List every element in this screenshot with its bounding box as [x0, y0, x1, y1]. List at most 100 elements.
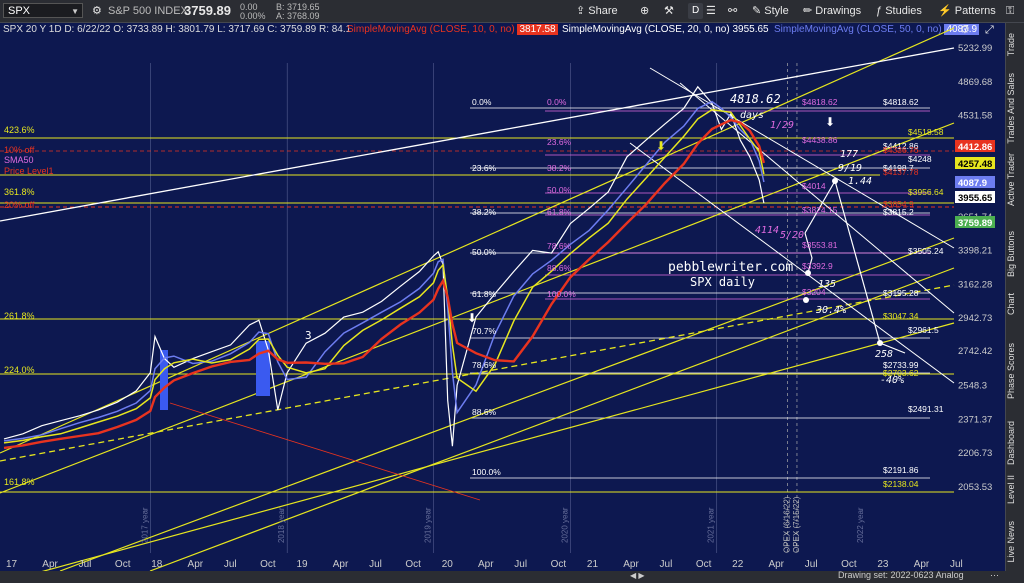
chart-annotation: 9/19 [838, 163, 862, 174]
period-selector[interactable]: D [688, 3, 704, 19]
sidebar-item-level-ii[interactable]: Level II [1006, 475, 1024, 504]
price-chart[interactable]: 5232.994869.684531.584257.483955.653651.… [0, 23, 1006, 571]
x-tick-label: Apr [623, 559, 639, 570]
sidebar-item-dashboard[interactable]: Dashboard [1006, 421, 1024, 465]
share-icon: ⇪ [576, 5, 589, 17]
more-icon[interactable]: ⋯ [990, 570, 999, 581]
channel-line [0, 122, 955, 494]
opex-label: OPEX (6/16/22) [783, 496, 792, 553]
right-level-label: $3195.28 [883, 288, 919, 298]
lock-icon[interactable]: ⚿ [1006, 0, 1014, 22]
magenta-level-label: $3824.15 [802, 205, 838, 215]
studies-label: Studies [885, 5, 922, 17]
x-tick-label: Apr [188, 559, 204, 570]
share-button[interactable]: ⇪ Share [576, 0, 618, 22]
x-tick-label: Jul [805, 559, 818, 570]
fib-percent-label: 100.0% [547, 289, 576, 299]
left-level-label: 423.6% [4, 125, 35, 135]
left-level-label: 361.8% [4, 187, 35, 197]
left-level-label: SMA50 [4, 155, 34, 165]
y-tick-label: 2206.73 [958, 448, 992, 459]
tools-icon[interactable]: ⚒ [664, 0, 674, 22]
sidebar-item-active-trader[interactable]: Active Trader [1006, 153, 1024, 206]
chart-annotation: 4114 [755, 225, 779, 236]
chart-annotation: 135 [818, 279, 836, 290]
drawings-icon: ✏ [803, 5, 816, 17]
x-tick-label: Apr [478, 559, 494, 570]
arrow-down-icon: ⬇ [656, 139, 666, 153]
chart-annotation: pebblewriter.com [668, 260, 793, 275]
fib-percent-label: 50.0% [472, 247, 497, 257]
style-icon: ✎ [752, 5, 765, 17]
fib-percent-label: 61.8% [547, 207, 572, 217]
right-level-label: $4518.58 [908, 127, 944, 137]
magenta-level-label: $3553.81 [802, 240, 838, 250]
x-tick-label: 20 [442, 559, 454, 570]
sma50-line [3, 118, 766, 450]
fib-percent-label: 50.0% [547, 185, 572, 195]
fib-percent-label: 23.6% [547, 137, 572, 147]
year-label: 2017 year [140, 507, 149, 543]
symbol-input[interactable]: SPX ▼ [3, 3, 83, 18]
magenta-level-label: $3392.9 [802, 261, 833, 271]
y-tick-label: 4531.58 [958, 111, 992, 122]
year-label: 2021 year [707, 507, 716, 543]
y-tick-label: 2548.3 [958, 381, 987, 392]
sidebar-item-trades-and-sales[interactable]: Trades And Sales [1006, 73, 1024, 144]
top-toolbar: SPX ▼ ⚙ S&P 500 INDEX 3759.89 0.00 0.00% … [0, 0, 1024, 23]
chart-annotation: 3 [305, 329, 312, 342]
price-badge: 4412.86 [958, 142, 992, 153]
left-level-label: 10% off [4, 145, 35, 155]
chart-annotation: -40% [880, 375, 904, 386]
style-button[interactable]: ✎ Style [752, 0, 789, 22]
settings-icon[interactable]: ⚙ [92, 0, 102, 22]
sidebar-item-big-buttons[interactable]: Big Buttons [1006, 231, 1024, 277]
fib-percent-label: 61.8% [472, 289, 497, 299]
right-level-label: $2491.31 [908, 404, 944, 414]
style-label: Style [764, 5, 789, 17]
x-tick-label: Apr [768, 559, 784, 570]
left-level-label: Price Level1 [4, 166, 54, 176]
fib-percent-label: 0.0% [547, 97, 567, 107]
chevron-down-icon[interactable]: ▼ [71, 4, 79, 19]
x-tick-label: Apr [333, 559, 349, 570]
year-label: 2020 year [560, 507, 569, 543]
fib-percent-label: 88.6% [472, 407, 497, 417]
chart-type-icon[interactable]: ⚯ [728, 0, 737, 22]
pivot-point [877, 340, 883, 346]
fib-percent-label: 88.6% [547, 263, 572, 273]
list-icon[interactable]: ☰ [706, 0, 716, 22]
zoom-icon[interactable]: ⊕ [640, 0, 649, 22]
left-level-label: 161.8% [4, 477, 35, 487]
right-level-label: $3815.2 [883, 207, 914, 217]
chart-annotation: 30.4% [815, 305, 846, 316]
chart-annotation: SPX daily [690, 275, 755, 289]
fib-percent-label: 38.2% [472, 207, 497, 217]
scroll-arrows[interactable]: ◀ ▶ [630, 571, 645, 580]
price-badge: 4087.9 [958, 178, 987, 189]
sidebar-item-trade[interactable]: Trade [1006, 33, 1024, 56]
arrow-down-icon: ⬇ [467, 311, 477, 325]
left-level-label: 261.8% [4, 311, 35, 321]
fib-percent-label: 100.0% [472, 467, 501, 477]
sidebar-item-phase-scores[interactable]: Phase Scores [1006, 343, 1024, 399]
right-sidebar: Trade Trades And Sales Active Trader Big Bu… [1005, 23, 1024, 583]
chart-annotation: 1.44 [848, 176, 872, 187]
y-tick-label: 3398.21 [958, 246, 992, 257]
sidebar-item-live-news[interactable]: Live News [1006, 521, 1024, 563]
y-tick-label: 5232.99 [958, 43, 992, 54]
studies-button[interactable]: ƒ Studies [876, 0, 922, 22]
x-tick-label: 22 [732, 559, 744, 570]
drawings-label: Drawings [815, 5, 862, 17]
last-price: 3759.89 [184, 3, 231, 18]
drawings-button[interactable]: ✏ Drawings [803, 0, 861, 22]
x-tick-label: Jul [79, 559, 92, 570]
right-level-label: $4818.62 [883, 97, 919, 107]
chart-annotation: 5/20 [780, 230, 804, 241]
patterns-button[interactable]: ⚡ Patterns [938, 0, 996, 22]
year-label: 2018 year [277, 507, 286, 543]
price-badge: 3955.65 [958, 193, 993, 204]
symbol-description: S&P 500 INDEX [108, 5, 188, 17]
x-tick-label: Apr [914, 559, 930, 570]
sidebar-item-chart[interactable]: Chart [1006, 293, 1024, 315]
